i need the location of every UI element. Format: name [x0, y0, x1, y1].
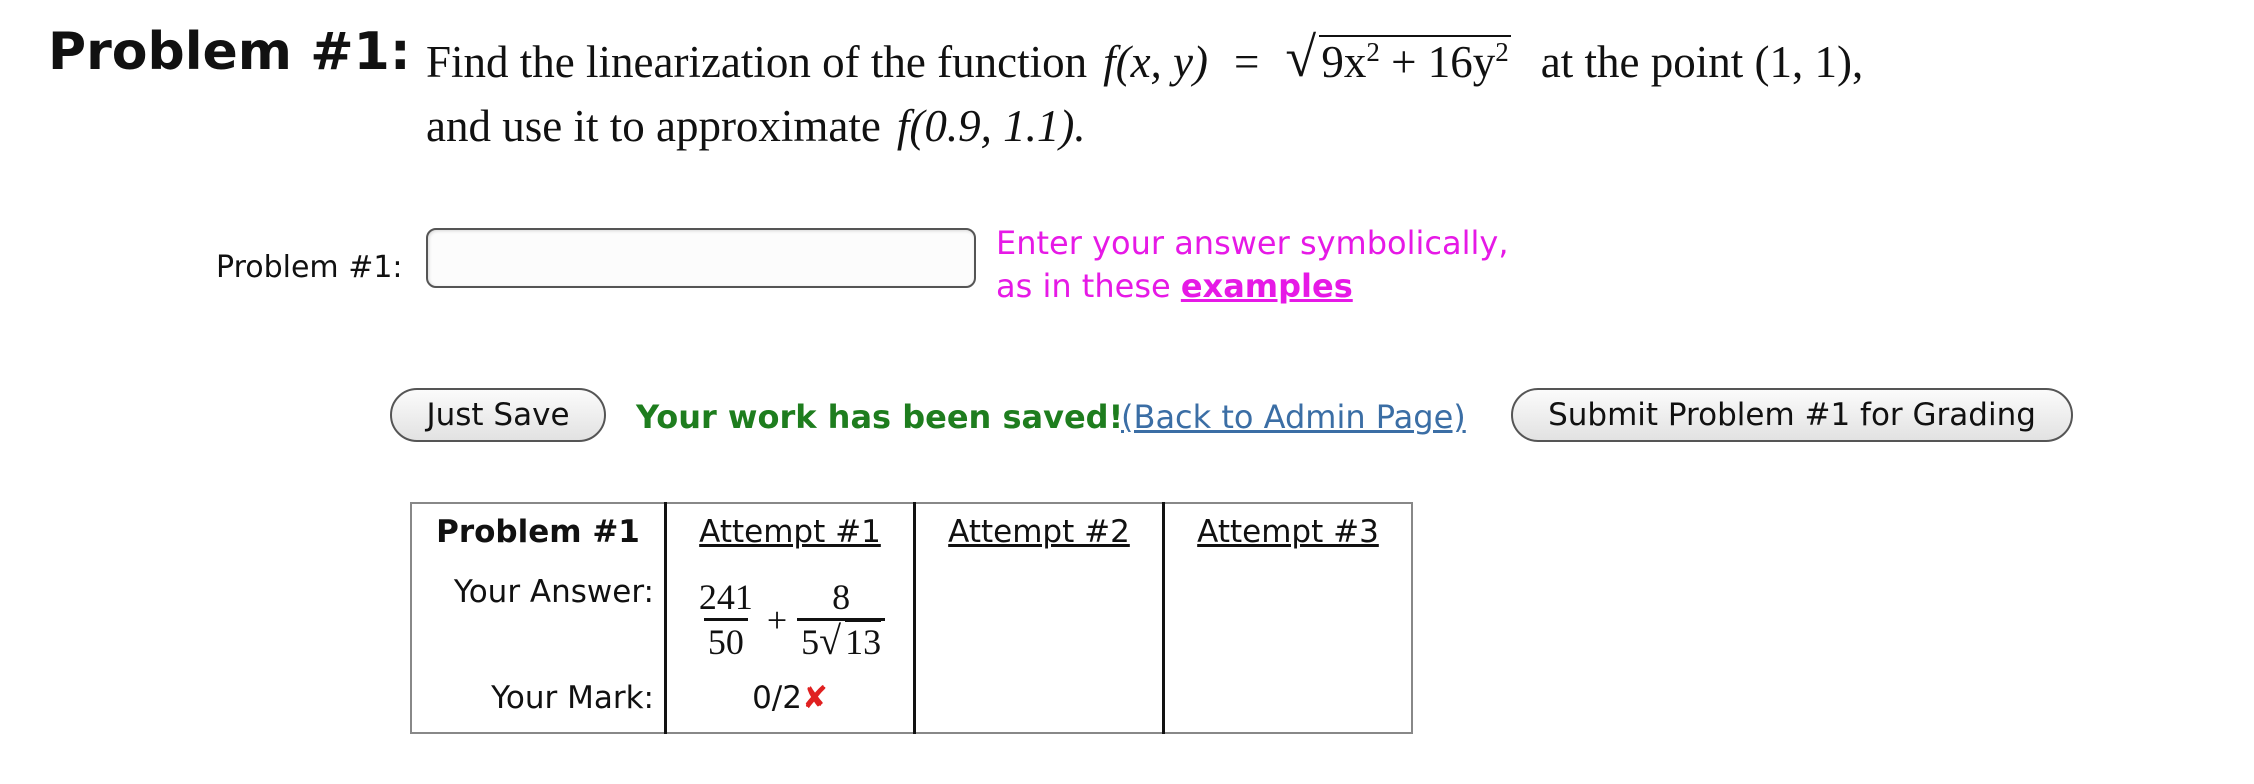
header-attempt-1[interactable]: Attempt #1	[664, 503, 915, 566]
statement-text: Find the linearization of the function	[426, 37, 1088, 87]
square-root: √ 9x2 + 16y2	[1285, 27, 1511, 89]
incorrect-x-icon: ✘	[801, 680, 828, 716]
back-to-admin-link[interactable]: (Back to Admin Page)	[1121, 398, 1466, 436]
mark-score: 0/2	[752, 680, 802, 716]
row-label-your-answer: Your Answer:	[453, 574, 654, 610]
attempt-1-answer: 241 50 + 8 5 √ 13	[664, 566, 915, 674]
answer-label: Problem #1:	[216, 250, 403, 285]
attempt-2-mark	[913, 674, 1164, 733]
attempt-1-mark: 0/2✘	[664, 674, 915, 733]
table-row-answer: Your Answer: 241 50 + 8 5 √ 13	[411, 566, 1412, 674]
table-row-mark: Your Mark: 0/2✘	[411, 674, 1412, 733]
just-save-button[interactable]: Just Save	[390, 388, 606, 442]
fraction-2: 8 5 √ 13	[797, 576, 886, 663]
examples-link[interactable]: examples	[1181, 267, 1353, 305]
attempt-3-mark	[1162, 674, 1412, 733]
saved-message: Your work has been saved!	[636, 398, 1124, 436]
row-label-your-mark: Your Mark:	[491, 680, 654, 716]
statement-point-text: at the point (1, 1),	[1540, 37, 1864, 87]
answer-input[interactable]	[426, 228, 976, 288]
header-attempt-2[interactable]: Attempt #2	[913, 503, 1164, 566]
radical-sign-icon: √	[1285, 27, 1317, 89]
submit-for-grading-button[interactable]: Submit Problem #1 for Grading	[1511, 388, 2073, 442]
fraction-1: 241 50	[698, 577, 753, 662]
answer-expression: 241 50 + 8 5 √ 13	[667, 566, 913, 663]
table-header-row: Problem #1 Attempt #1 Attempt #2 Attempt…	[411, 503, 1412, 566]
approx-expression: f(0.9, 1.1).	[896, 101, 1086, 151]
problem-heading: Problem #1:	[48, 22, 411, 82]
radicand: 9x2 + 16y2	[1319, 35, 1511, 87]
sqrt-13: √ 13	[819, 618, 882, 663]
hint-line1: Enter your answer symbolically,	[996, 224, 1509, 262]
header-attempt-3[interactable]: Attempt #3	[1162, 503, 1412, 566]
hint-line2: as in these examples	[996, 267, 1353, 305]
answer-hint: Enter your answer symbolically, as in th…	[996, 222, 1508, 308]
statement-text-line2: and use it to approximate	[426, 101, 881, 151]
radical-sign-icon: √	[819, 618, 842, 663]
attempts-table: Problem #1 Attempt #1 Attempt #2 Attempt…	[410, 502, 1413, 734]
function-lhs: f(x, y)	[1103, 37, 1208, 87]
problem-statement-line1: Find the linearization of the function f…	[426, 27, 1864, 89]
problem-statement-line2: and use it to approximate f(0.9, 1.1).	[426, 100, 1086, 152]
header-problem: Problem #1	[436, 514, 640, 550]
attempt-2-answer	[913, 566, 1164, 674]
equals-sign: =	[1234, 37, 1260, 87]
attempt-3-answer	[1162, 566, 1412, 674]
plus-sign: +	[766, 599, 788, 640]
